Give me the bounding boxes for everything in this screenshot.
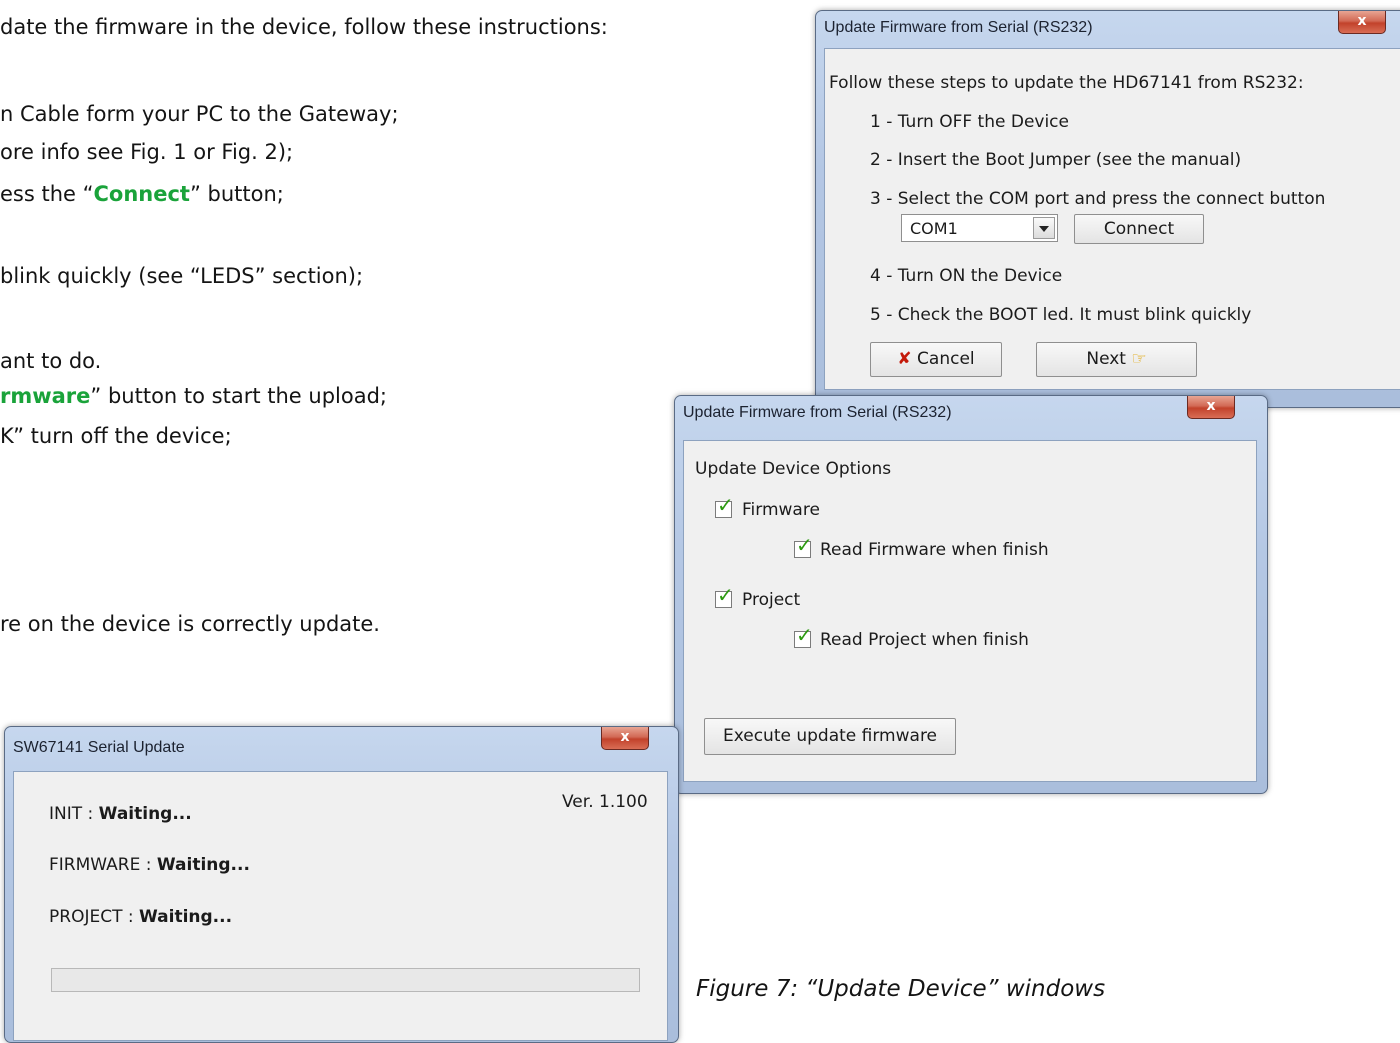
doc-line: blink quickly (see “LEDS” section); — [0, 264, 364, 288]
close-button[interactable]: x — [601, 727, 649, 750]
x-icon: ✘ — [897, 349, 912, 369]
read-project-checkbox[interactable]: ✓ — [794, 625, 813, 648]
dialog-content: Follow these steps to update the HD67141… — [824, 48, 1400, 390]
progress-bar — [51, 968, 640, 992]
step-5: 5 - Check the BOOT led. It must blink qu… — [870, 305, 1252, 325]
firmware-label: Firmware — [742, 500, 820, 520]
step-3: 3 - Select the COM port and press the co… — [870, 189, 1326, 209]
read-firmware-checkbox[interactable]: ✓ — [794, 535, 813, 558]
step-2: 2 - Insert the Boot Jumper (see the manu… — [870, 150, 1242, 170]
com-port-select[interactable]: COM1 — [901, 214, 1058, 242]
next-button[interactable]: Next ☞ — [1036, 342, 1197, 377]
checkmark-icon: ✓ — [796, 533, 813, 557]
project-row: PROJECT : Waiting... — [49, 907, 232, 927]
title-bar[interactable]: Update Firmware from Serial (RS232) x — [675, 396, 1267, 430]
doc-line: ore info see Fig. 1 or Fig. 2); — [0, 140, 294, 164]
close-button[interactable]: x — [1338, 11, 1386, 34]
cancel-label: Cancel — [917, 349, 975, 369]
init-row: INIT : Waiting... — [49, 804, 192, 824]
project-checkbox[interactable]: ✓ — [715, 585, 734, 608]
doc-line: ess the “Connect” button; — [0, 182, 284, 206]
window-title: SW67141 Serial Update — [13, 739, 185, 756]
update-options-window: Update Firmware from Serial (RS232) x Up… — [674, 395, 1268, 794]
project-label: Project — [742, 590, 801, 610]
title-bar[interactable]: SW67141 Serial Update x — [5, 727, 678, 761]
project-status: Waiting... — [139, 907, 233, 927]
version-label: Ver. 1.100 — [562, 792, 648, 812]
firmware-row: FIRMWARE : Waiting... — [49, 855, 250, 875]
connect-highlight: Connect — [93, 182, 190, 206]
doc-line: date the firmware in the device, follow … — [0, 15, 608, 39]
doc-line: rmware” button to start the upload; — [0, 384, 387, 408]
step-4: 4 - Turn ON the Device — [870, 266, 1063, 286]
intro-text: Follow these steps to update the HD67141… — [829, 73, 1304, 93]
window-title: Update Firmware from Serial (RS232) — [683, 404, 952, 421]
doc-line: n Cable form your PC to the Gateway; — [0, 102, 399, 126]
com-port-value: COM1 — [910, 219, 958, 238]
pointing-hand-icon: ☞ — [1131, 349, 1147, 369]
next-label: Next — [1086, 349, 1126, 369]
dropdown-arrow-icon[interactable] — [1033, 217, 1055, 239]
cancel-button[interactable]: ✘ Cancel — [870, 342, 1002, 377]
firmware-checkbox[interactable]: ✓ — [715, 495, 734, 518]
read-project-label: Read Project when finish — [820, 630, 1029, 650]
checkmark-icon: ✓ — [717, 583, 734, 607]
checkmark-icon: ✓ — [717, 493, 734, 517]
options-heading: Update Device Options — [695, 459, 892, 479]
title-bar[interactable]: Update Firmware from Serial (RS232) x — [816, 11, 1400, 45]
step-1: 1 - Turn OFF the Device — [870, 112, 1069, 132]
read-firmware-label: Read Firmware when finish — [820, 540, 1049, 560]
doc-line: re on the device is correctly update. — [0, 612, 380, 636]
init-label: INIT : — [49, 804, 99, 824]
update-firmware-steps-window: Update Firmware from Serial (RS232) x Fo… — [815, 10, 1400, 408]
doc-line: K” turn off the device; — [0, 424, 232, 448]
checkmark-icon: ✓ — [796, 623, 813, 647]
close-button[interactable]: x — [1187, 396, 1235, 419]
serial-update-window: SW67141 Serial Update x Ver. 1.100 INIT … — [4, 726, 679, 1043]
execute-update-button[interactable]: Execute update firmware — [704, 718, 956, 755]
figure-caption: Figure 7: “Update Device” windows — [696, 976, 1106, 1002]
dialog-content: Ver. 1.100 INIT : Waiting... FIRMWARE : … — [13, 771, 668, 1041]
project-status-label: PROJECT : — [49, 907, 139, 927]
firmware-status-label: FIRMWARE : — [49, 855, 157, 875]
firmware-status: Waiting... — [156, 855, 250, 875]
firmware-highlight: rmware — [0, 384, 91, 408]
doc-line: ant to do. — [0, 349, 102, 373]
init-status: Waiting... — [98, 804, 192, 824]
window-title: Update Firmware from Serial (RS232) — [824, 19, 1093, 36]
dialog-content: Update Device Options ✓ Firmware ✓ Read … — [683, 440, 1257, 782]
connect-button[interactable]: Connect — [1074, 214, 1204, 244]
